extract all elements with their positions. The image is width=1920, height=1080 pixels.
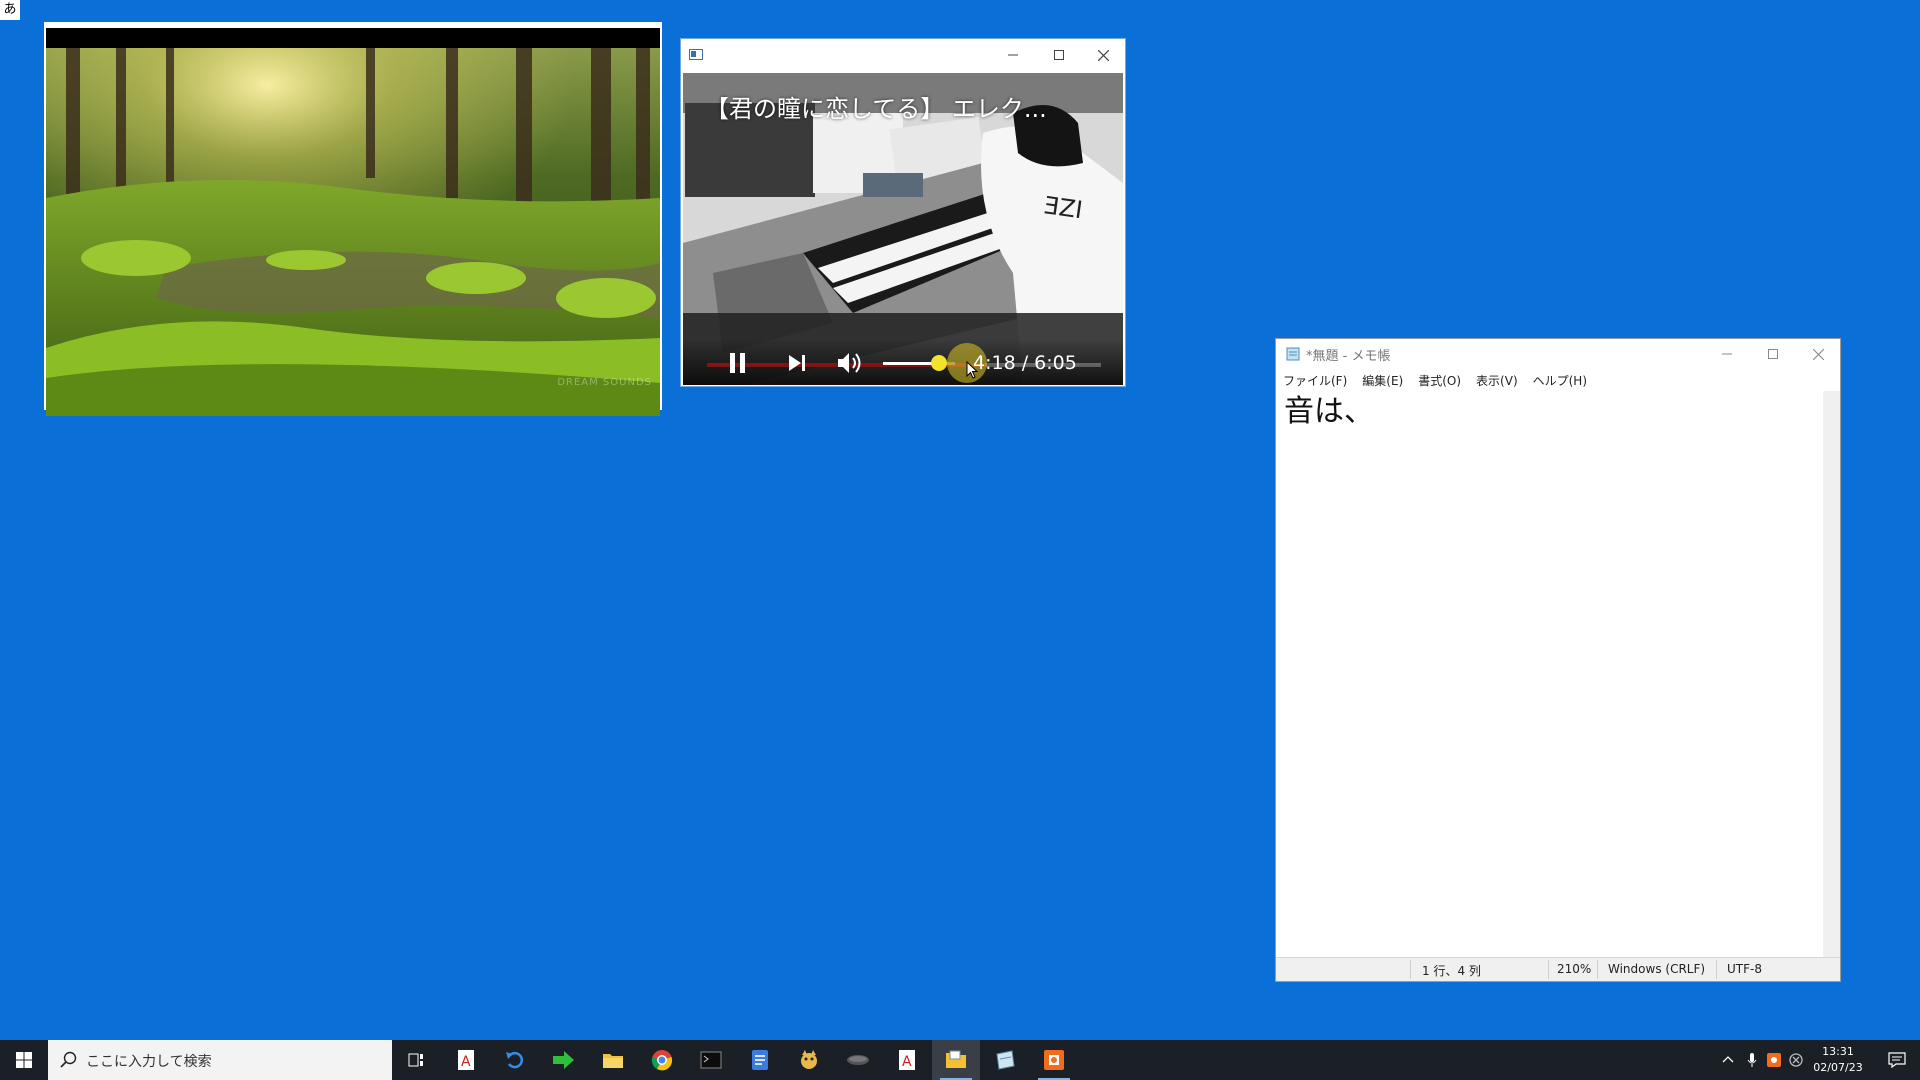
taskbar-scanner[interactable]: [981, 1040, 1029, 1080]
taskbar-undo-app[interactable]: [491, 1040, 539, 1080]
menu-format[interactable]: 書式(O): [1411, 369, 1469, 389]
orange-app-icon: [1044, 1050, 1064, 1070]
notepad-window[interactable]: *無題 - メモ帳 ファイル(F) 編集(E) 書式(O) 表示(V) ヘルプ(H) 音…: [1275, 338, 1841, 982]
status-zoom: 210%: [1557, 962, 1592, 976]
search-placeholder: ここに入力して検索: [86, 1054, 212, 1070]
nature-video-window[interactable]: DREAM SOUNDS: [44, 22, 662, 416]
player-video-area[interactable]: ƎZI 【君の瞳に恋してる】 エレク... 4:18 / 6:05: [683, 73, 1123, 385]
video-title: 【君の瞳に恋してる】 エレク...: [705, 95, 1047, 123]
playback-time: 4:18 / 6:05: [973, 352, 1077, 374]
volume-slider-knob[interactable]: [931, 355, 948, 371]
window-top-edge: [46, 24, 660, 28]
maximize-icon: [1054, 50, 1064, 60]
nature-forest-image: [46, 48, 660, 416]
terminal-icon: [700, 1051, 722, 1069]
character-icon: [801, 1050, 817, 1069]
taskbar-mouse-app[interactable]: [834, 1040, 882, 1080]
ime-indicator[interactable]: あ: [0, 0, 20, 20]
player-title-bar[interactable]: [681, 39, 1125, 71]
minimize-icon: [1722, 353, 1732, 355]
status-separator: [1597, 960, 1598, 979]
task-view-button[interactable]: [392, 1040, 440, 1080]
status-separator: [1716, 960, 1717, 979]
svg-text:ƎZI: ƎZI: [1042, 191, 1084, 224]
close-icon: [1097, 49, 1109, 61]
taskbar-file-explorer[interactable]: [589, 1040, 637, 1080]
folder-icon: [603, 1054, 623, 1068]
status-encoding: UTF-8: [1727, 962, 1762, 976]
player-controls: 4:18 / 6:05: [683, 339, 1123, 385]
notepad-text-area[interactable]: 音は、: [1276, 391, 1822, 957]
clock-time: 13:31: [1822, 1045, 1854, 1058]
menu-file[interactable]: ファイル(F): [1276, 369, 1355, 389]
taskbar-search-box[interactable]: ここに入力して検索: [48, 1040, 392, 1080]
svg-text:A: A: [461, 1054, 471, 1070]
pause-icon: [730, 353, 745, 373]
start-button[interactable]: [0, 1040, 48, 1080]
status-separator: [1548, 960, 1549, 979]
action-center-button[interactable]: [1874, 1040, 1920, 1080]
taskbar-docs[interactable]: [736, 1040, 784, 1080]
clock-date: 02/07/23: [1813, 1061, 1863, 1074]
pause-button[interactable]: [721, 347, 753, 379]
close-button[interactable]: [1081, 39, 1125, 71]
windows-logo-icon: [16, 1052, 32, 1068]
taskbar-arrow-app[interactable]: [540, 1040, 588, 1080]
taskbar-terminal[interactable]: [687, 1040, 735, 1080]
notepad-menu-bar: ファイル(F) 編集(E) 書式(O) 表示(V) ヘルプ(H): [1276, 369, 1840, 391]
folder-window-icon: [946, 1050, 966, 1068]
microphone-icon[interactable]: [1744, 1052, 1760, 1068]
volume-icon: [838, 353, 861, 373]
green-arrow-icon: [553, 1051, 574, 1069]
volume-button[interactable]: [833, 347, 865, 379]
notepad-title-bar[interactable]: *無題 - メモ帳: [1276, 339, 1840, 369]
menu-edit[interactable]: 編集(E): [1355, 369, 1411, 389]
acrobat-icon: A: [458, 1050, 474, 1070]
maximize-button[interactable]: [1037, 39, 1081, 71]
menu-help[interactable]: ヘルプ(H): [1526, 369, 1595, 389]
notepad-window-title: *無題 - メモ帳: [1306, 349, 1391, 364]
next-track-icon: [789, 355, 805, 371]
status-separator: [1410, 960, 1411, 979]
svg-text:A: A: [902, 1054, 912, 1070]
video-watermark: DREAM SOUNDS: [557, 377, 652, 388]
maximize-icon: [1768, 349, 1778, 359]
taskbar-character-app[interactable]: [785, 1040, 833, 1080]
orange-tray-icon[interactable]: [1766, 1052, 1782, 1068]
mouse-device-icon: [847, 1055, 869, 1065]
volume-slider[interactable]: [883, 355, 955, 371]
notification-icon: [1888, 1052, 1906, 1068]
taskbar-acrobat-2[interactable]: A: [883, 1040, 931, 1080]
acrobat-icon: A: [899, 1050, 915, 1070]
chrome-icon: [651, 1050, 673, 1071]
document-icon: [752, 1050, 768, 1070]
status-cursor-position: 1 行、4 列: [1422, 964, 1481, 978]
notepad-vertical-scrollbar[interactable]: [1823, 391, 1840, 957]
next-button[interactable]: [781, 347, 813, 379]
mini-player-window[interactable]: ƎZI 【君の瞳に恋してる】 エレク... 4:18 / 6:05: [680, 38, 1126, 387]
taskbar-clock[interactable]: 13:31 02/07/23: [1800, 1044, 1876, 1076]
undo-arrow-icon: [506, 1051, 524, 1069]
taskbar-chrome[interactable]: [638, 1040, 686, 1080]
minimize-icon: [1008, 54, 1018, 56]
notepad-minimize-button[interactable]: [1704, 339, 1750, 369]
status-line-ending: Windows (CRLF): [1608, 962, 1706, 976]
close-icon: [1812, 348, 1824, 360]
minimize-button[interactable]: [991, 39, 1035, 71]
notepad-icon: [1286, 347, 1300, 361]
miniplayer-app-icon: [689, 49, 703, 60]
show-hidden-icons-chevron-icon[interactable]: [1720, 1052, 1736, 1068]
taskbar-orange-app[interactable]: [1030, 1040, 1078, 1080]
taskbar-explorer-active[interactable]: [932, 1040, 980, 1080]
scanner-icon: [996, 1050, 1015, 1070]
taskbar-acrobat[interactable]: A: [442, 1040, 490, 1080]
task-view-icon: [408, 1053, 423, 1067]
menu-view[interactable]: 表示(V): [1469, 369, 1526, 389]
notepad-status-bar: 1 行、4 列 210% Windows (CRLF) UTF-8: [1276, 957, 1840, 981]
notepad-close-button[interactable]: [1795, 339, 1841, 369]
taskbar: ここに入力して検索 A A 13:31 02/07/23: [0, 1040, 1920, 1080]
mouse-pointer-icon: [966, 361, 979, 379]
notepad-maximize-button[interactable]: [1750, 339, 1796, 369]
search-icon: [60, 1051, 77, 1068]
